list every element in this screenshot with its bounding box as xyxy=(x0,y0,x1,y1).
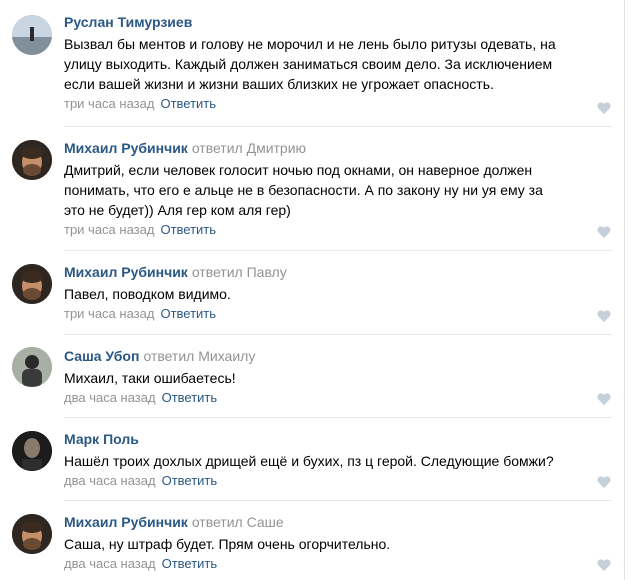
comment-line: Дмитрий, если человек голосит ночью под … xyxy=(64,162,533,178)
comment: Саша Убоп ответил Михаилу Михаил, таки ош… xyxy=(0,335,624,417)
comment-line: Михаил, таки ошибаетесь! xyxy=(64,370,236,386)
comment-time[interactable]: два часа назад xyxy=(64,556,156,571)
comment-time[interactable]: два часа назад xyxy=(64,390,156,405)
comment-text: Нашёл троих дохлых дрищей ещё и бухих, п… xyxy=(64,451,606,471)
reply-button[interactable]: Ответить xyxy=(160,222,216,237)
comment: Михаил Рубинчик ответил Саше Саша, ну штр… xyxy=(0,501,624,580)
comments-panel: Руслан Тимурзиев Вызвал бы ментов и голо… xyxy=(0,0,625,580)
comment-text: Вызвал бы ментов и голову не морочил и н… xyxy=(64,34,606,94)
heart-icon[interactable] xyxy=(596,474,612,490)
reply-button[interactable]: Ответить xyxy=(162,390,218,405)
comment-time[interactable]: три часа назад xyxy=(64,222,154,237)
comment: Михаил Рубинчик ответил Павлу Павел, пово… xyxy=(0,251,624,333)
reply-to-label[interactable]: ответил Саше xyxy=(192,514,284,530)
heart-icon[interactable] xyxy=(596,557,612,573)
comment-time[interactable]: три часа назад xyxy=(64,96,154,111)
comment-text: Михаил, таки ошибаетесь! xyxy=(64,368,606,388)
comment-text: Павел, поводком видимо. xyxy=(64,284,606,304)
avatar[interactable] xyxy=(12,431,52,471)
reply-to-label[interactable]: ответил Дмитрию xyxy=(192,140,306,156)
heart-icon[interactable] xyxy=(596,391,612,407)
comment-line: Саша, ну штраф будет. Прям очень огорчит… xyxy=(64,536,391,552)
comment-line: Нашёл троих дохлых дрищей ещё и бухих, п… xyxy=(64,453,554,469)
avatar[interactable] xyxy=(12,347,52,387)
reply-button[interactable]: Ответить xyxy=(160,306,216,321)
reply-to-label[interactable]: ответил Павлу xyxy=(192,264,287,280)
comment-author[interactable]: Руслан Тимурзиев xyxy=(64,14,192,30)
comment-line: это не будет)) Аля гер ком аля гер) xyxy=(64,202,291,218)
comment: Марк Поль Нашёл троих дохлых дрищей ещё … xyxy=(0,418,624,500)
reply-button[interactable]: Ответить xyxy=(162,556,218,571)
comment-text: Саша, ну штраф будет. Прям очень огорчит… xyxy=(64,534,606,554)
comment-time[interactable]: два часа назад xyxy=(64,473,156,488)
comment-author[interactable]: Михаил Рубинчик xyxy=(64,264,188,280)
comment-line: Павел, поводком видимо. xyxy=(64,286,231,302)
comment: Михаил Рубинчик ответил Дмитрию Дмитрий, … xyxy=(0,127,624,249)
heart-icon[interactable] xyxy=(596,308,612,324)
comment-line: если вашей жизни и жизни ваших близких н… xyxy=(64,76,494,92)
avatar[interactable] xyxy=(12,140,52,180)
comment-line: Вызвал бы ментов и голову не морочил и н… xyxy=(64,36,556,52)
avatar[interactable] xyxy=(12,514,52,554)
comment: Руслан Тимурзиев Вызвал бы ментов и голо… xyxy=(0,0,624,124)
comment-author[interactable]: Михаил Рубинчик xyxy=(64,514,188,530)
comment-line: улицу выходить. Каждый должен заниматься… xyxy=(64,56,553,72)
comment-author[interactable]: Саша Убоп xyxy=(64,348,139,364)
avatar[interactable] xyxy=(12,15,52,55)
comment-author[interactable]: Михаил Рубинчик xyxy=(64,140,188,156)
comment-author[interactable]: Марк Поль xyxy=(64,431,139,447)
comment-text: Дмитрий, если человек голосит ночью под … xyxy=(64,160,606,220)
reply-to-label[interactable]: ответил Михаилу xyxy=(143,348,255,364)
comment-line: понимать, что его е альце не в безопасно… xyxy=(64,182,543,198)
heart-icon[interactable] xyxy=(596,100,612,116)
heart-icon[interactable] xyxy=(596,224,612,240)
reply-button[interactable]: Ответить xyxy=(160,96,216,111)
comment-time[interactable]: три часа назад xyxy=(64,306,154,321)
reply-button[interactable]: Ответить xyxy=(162,473,218,488)
avatar[interactable] xyxy=(12,264,52,304)
